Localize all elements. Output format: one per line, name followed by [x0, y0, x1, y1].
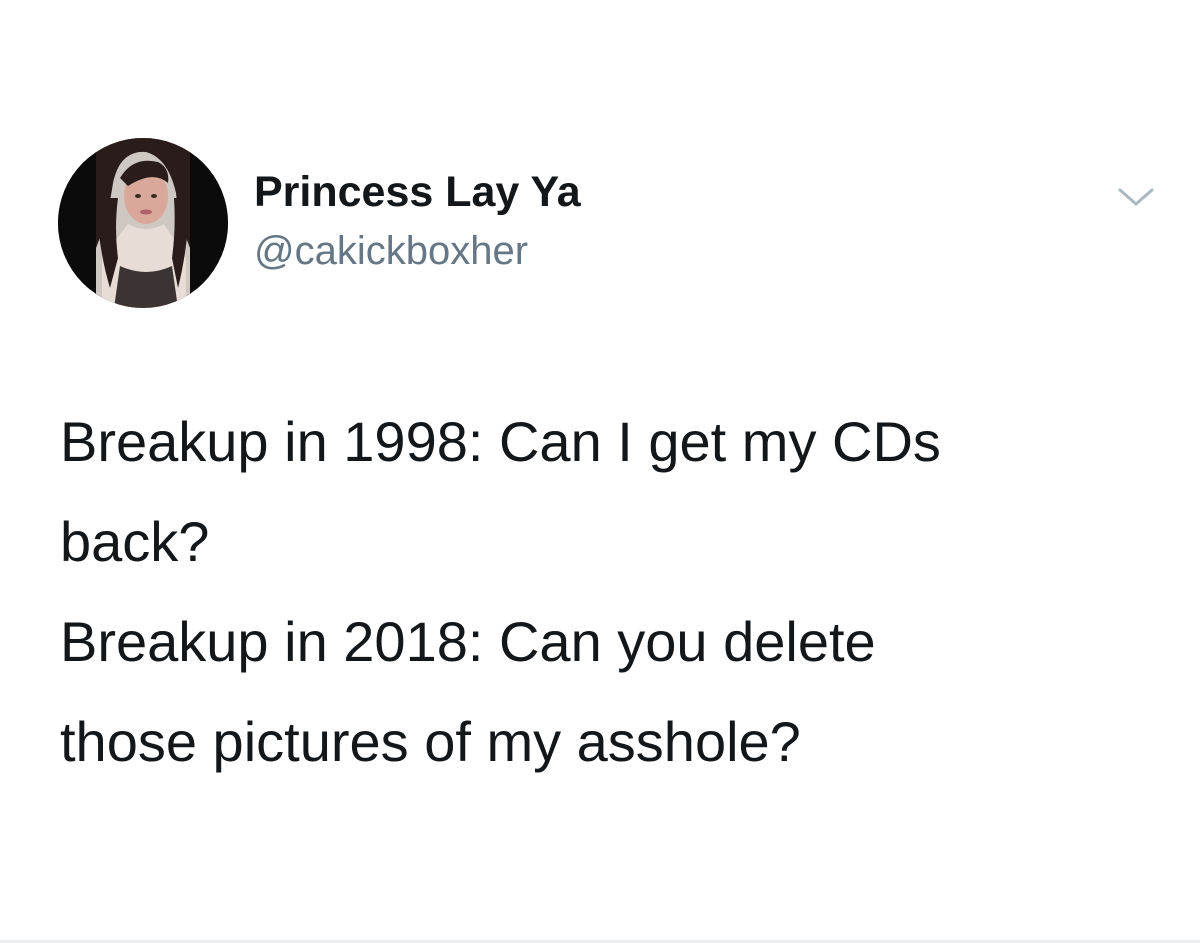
profile-photo-icon — [58, 138, 228, 308]
tweet-text: Breakup in 1998: Can I get my CDs back? … — [60, 392, 1160, 792]
tweet-card: Princess Lay Ya @cakickboxher Breakup in… — [0, 0, 1200, 943]
tweet-line: Breakup in 1998: Can I get my CDs — [60, 410, 941, 473]
chevron-down-icon[interactable] — [1112, 180, 1160, 220]
user-handle[interactable]: @cakickboxher — [254, 229, 528, 274]
display-name[interactable]: Princess Lay Ya — [254, 168, 581, 217]
avatar[interactable] — [58, 138, 228, 308]
tweet-line: Breakup in 2018: Can you delete — [60, 610, 876, 673]
tweet-line: back? — [60, 510, 210, 573]
tweet-line: those pictures of my asshole? — [60, 710, 801, 773]
